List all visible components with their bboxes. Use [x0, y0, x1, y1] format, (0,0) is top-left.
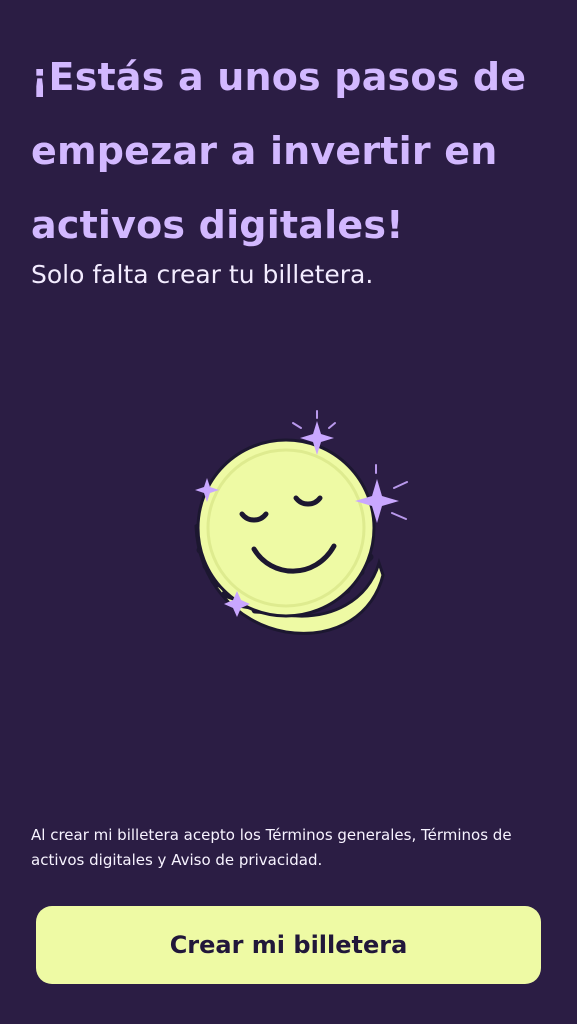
terms-privacy-text: Al crear mi billetera acepto los Término… [31, 826, 512, 869]
create-wallet-button[interactable]: Crear mi billetera [36, 906, 541, 984]
wallet-onboarding-screen: ¡Estás a unos pasos de empezar a inverti… [0, 0, 577, 1024]
smiling-coin-icon [180, 410, 410, 655]
page-subtitle: Solo falta crear tu billetera. [31, 260, 374, 289]
page-title: ¡Estás a unos pasos de empezar a inverti… [31, 55, 527, 247]
coin-face [196, 438, 376, 618]
